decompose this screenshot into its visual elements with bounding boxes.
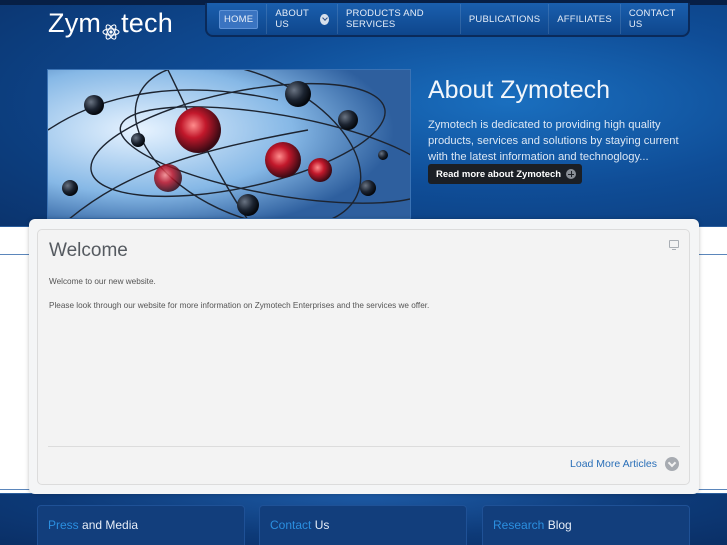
- about-text: Zymotech is dedicated to providing high …: [428, 119, 679, 163]
- main-nav: HOME ABOUT US PRODUCTS AND SERVICES PUBL…: [205, 3, 690, 37]
- footer-box-research-blog[interactable]: Research Blog: [482, 505, 690, 545]
- about-title: About Zymotech: [428, 76, 611, 104]
- welcome-title: Welcome: [49, 240, 128, 261]
- site-logo[interactable]: Zym tech: [48, 8, 173, 40]
- welcome-line-2: Please look through our website for more…: [49, 301, 430, 310]
- print-icon[interactable]: [669, 240, 679, 250]
- nav-item-publications[interactable]: PUBLICATIONS: [461, 4, 550, 34]
- nav-label-publications: PUBLICATIONS: [468, 13, 541, 25]
- chevron-down-icon[interactable]: [320, 13, 329, 25]
- footer-box-title: Blog: [544, 518, 572, 532]
- logo-text-start: Zym: [48, 8, 102, 38]
- footer-box-highlight: Press: [48, 518, 79, 532]
- divider: [48, 446, 680, 447]
- footer-box-press-and-media[interactable]: Press and Media: [37, 505, 245, 545]
- welcome-line-1: Welcome to our new website.: [49, 277, 156, 286]
- footer-box-title: and Media: [78, 518, 139, 532]
- nav-label-products: PRODUCTS AND SERVICES: [345, 8, 424, 30]
- read-more-label: Read more about Zymotech: [436, 168, 562, 180]
- plus-icon: [566, 169, 577, 179]
- footer-box-highlight: Research: [493, 518, 545, 532]
- chevron-down-icon[interactable]: [665, 457, 679, 471]
- atom-icon: [102, 17, 120, 40]
- nav-item-products-and-services[interactable]: PRODUCTS AND SERVICES: [338, 4, 461, 34]
- welcome-article: Welcome Welcome to our new website. Plea…: [37, 229, 690, 485]
- nav-item-about-us[interactable]: ABOUT US: [267, 4, 338, 34]
- logo-text-end: tech: [121, 8, 173, 38]
- nav-label-affiliates: AFFILIATES: [557, 13, 612, 25]
- nav-item-affiliates[interactable]: AFFILIATES: [549, 4, 621, 34]
- footer-box-highlight: Contact: [270, 518, 312, 532]
- read-more-button[interactable]: Read more about Zymotech: [428, 164, 583, 184]
- load-more-articles-link[interactable]: Load More Articles: [570, 458, 657, 470]
- footer-box-title: Us: [311, 518, 330, 532]
- welcome-card: Welcome Welcome to our new website. Plea…: [29, 219, 699, 494]
- hero-molecule-image: [47, 69, 411, 219]
- nav-label-about-us: ABOUT US: [275, 8, 309, 30]
- nav-label-contact-us: CONTACT US: [628, 8, 676, 30]
- nav-label-home: HOME: [219, 9, 259, 29]
- nav-item-home[interactable]: HOME: [211, 4, 268, 34]
- nav-item-contact-us[interactable]: CONTACT US: [621, 4, 688, 34]
- footer-box-contact-us[interactable]: Contact Us: [259, 505, 467, 545]
